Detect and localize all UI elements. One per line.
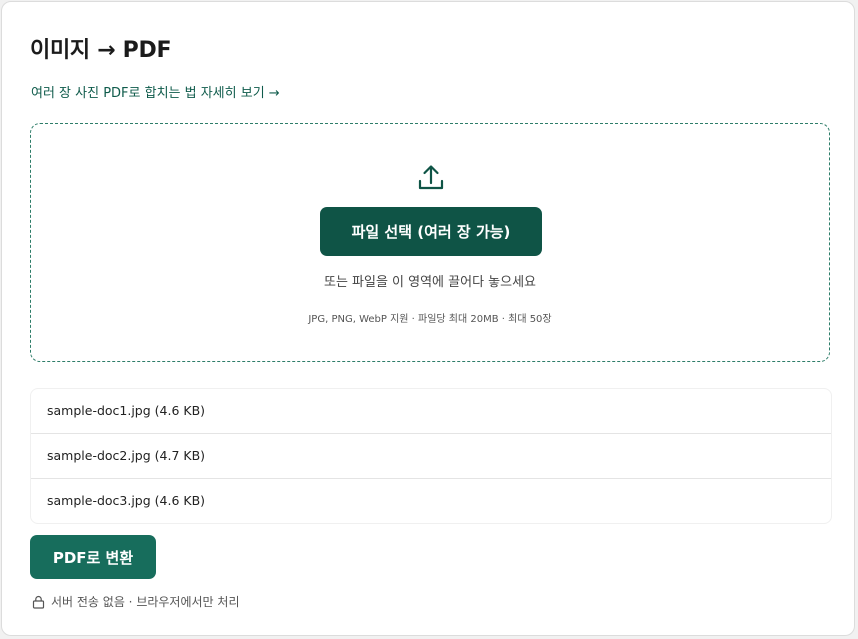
drop-hint: 또는 파일을 이 영역에 끌어다 놓으세요 <box>323 275 537 290</box>
privacy-note: 서버 전송 없음 · 브라우저에서만 처리 <box>32 593 240 610</box>
lock-icon <box>32 595 45 609</box>
converter-card: 이미지 → PDF 여러 장 사진 PDF로 합치는 법 자세히 보기 → 파일… <box>1 1 855 636</box>
file-dropzone[interactable]: 파일 선택 (여러 장 가능) 또는 파일을 이 영역에 끌어다 놓으세요 JP… <box>30 123 830 362</box>
file-list-item: sample-doc3.jpg (4.6 KB) <box>47 493 206 508</box>
file-list: sample-doc1.jpg (4.6 KB) sample-doc2.jpg… <box>30 388 832 524</box>
upload-icon <box>418 165 444 190</box>
select-files-button[interactable]: 파일 선택 (여러 장 가능) <box>320 207 542 256</box>
page-title: 이미지 → PDF <box>30 38 172 63</box>
file-spec-text: JPG, PNG, WebP 지원 · 파일당 최대 20MB · 최대 50장 <box>308 314 552 325</box>
file-list-item: sample-doc2.jpg (4.7 KB) <box>31 434 831 479</box>
file-list-item: sample-doc1.jpg (4.6 KB) <box>31 389 831 434</box>
guide-link[interactable]: 여러 장 사진 PDF로 합치는 법 자세히 보기 → <box>31 82 280 101</box>
privacy-note-text: 서버 전송 없음 · 브라우저에서만 처리 <box>51 595 240 609</box>
convert-to-pdf-button[interactable]: PDF로 변환 <box>30 535 156 579</box>
